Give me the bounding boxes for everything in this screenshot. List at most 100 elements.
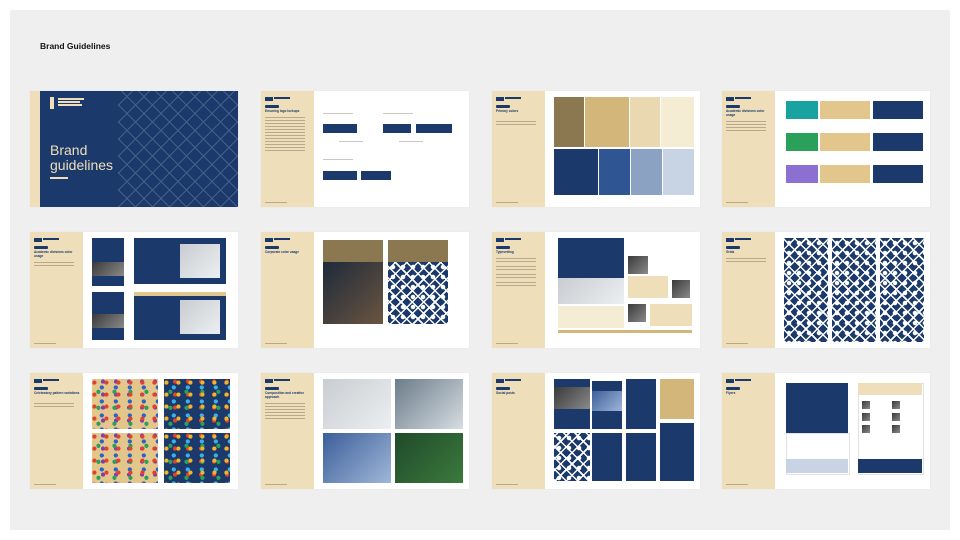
section-tag [34, 387, 48, 390]
section-tag [34, 246, 48, 249]
corporate-pattern [388, 262, 448, 324]
division-green [786, 133, 818, 151]
post-3 [626, 379, 656, 429]
pattern-panel-3 [880, 238, 924, 342]
slide-academic-divisions[interactable]: Academic divisions color usage [722, 91, 930, 207]
slide-heading: Flyers [726, 391, 736, 395]
usage-photo-2 [92, 314, 124, 328]
logo-icon [726, 238, 734, 242]
composition-photo-3 [323, 433, 391, 483]
pattern-panel-2 [832, 238, 876, 342]
portrait-1 [628, 256, 648, 274]
division-purple [786, 165, 818, 183]
slide-flyers[interactable]: Flyers [722, 373, 930, 489]
logo-icon [34, 238, 42, 242]
slide-typesetting[interactable]: Typesetting [492, 232, 700, 348]
section-tag [265, 246, 279, 249]
slide-heading: Celebratory pattern variations [34, 391, 80, 395]
lockup-logo-2 [383, 124, 411, 133]
post-7 [626, 433, 656, 481]
swatch-sand [630, 97, 660, 147]
slide-sidebar: Academic divisions color usage [722, 91, 775, 207]
cover-title-line2: guidelines [50, 157, 114, 173]
logo-icon [265, 97, 273, 101]
swatch-gold [585, 97, 629, 147]
slide-heading: Typesetting [496, 250, 514, 254]
slide-grids[interactable]: Grids [722, 232, 930, 348]
slide-heading: Ensuring logo lockups [265, 109, 300, 113]
slide-composition[interactable]: Composition and creative approach [261, 373, 469, 489]
slide-corporate-color-usage[interactable]: Corporate color usage [261, 232, 469, 348]
slide-sidebar: Ensuring logo lockups [261, 91, 314, 207]
typesetting-hero [558, 238, 624, 278]
section-tag [726, 105, 740, 108]
slide-sidebar: Flyers [722, 373, 775, 489]
logo-icon [265, 238, 273, 242]
usage-photo-1 [92, 262, 124, 276]
slide-sidebar: Academic divisions color usage [30, 232, 83, 348]
slide-heading: Corporate color usage [265, 250, 300, 254]
cover-pattern [118, 91, 238, 207]
flyer-1-header [786, 383, 848, 433]
slide-sidebar: Composition and creative approach [261, 373, 314, 489]
logo-icon [726, 379, 734, 383]
logo-icon [496, 97, 504, 101]
post-8 [660, 423, 694, 481]
usage-banner-photo-1 [180, 244, 220, 278]
slide-heading: Primary colors [496, 109, 519, 113]
lockup-logo-1 [323, 124, 357, 133]
section-tag [496, 387, 510, 390]
corporate-header-2 [388, 240, 448, 262]
division-sand-1 [820, 101, 870, 119]
portrait-2 [672, 280, 690, 298]
slide-celebratory-pattern[interactable]: Celebratory pattern variations [30, 373, 238, 489]
division-navy-1 [873, 101, 923, 119]
corporate-photo [323, 262, 383, 324]
cover-title-line1: Brand [50, 142, 88, 158]
composition-photo-1 [323, 379, 391, 429]
logo-icon [496, 238, 504, 242]
swatch-steel [631, 149, 662, 195]
slide-heading: Grids [726, 250, 735, 254]
confetti-navy-2 [164, 433, 230, 483]
division-teal [786, 101, 818, 119]
confetti-navy-1 [164, 379, 230, 429]
slide-social-posts[interactable]: Social posts [492, 373, 700, 489]
division-navy-2 [873, 133, 923, 151]
section-tag [726, 387, 740, 390]
slide-primary-colors[interactable]: Primary colors [492, 91, 700, 207]
portrait-3 [628, 304, 646, 322]
slide-heading: Composition and creative approach [265, 391, 304, 399]
slide-cover[interactable]: Brand guidelines [30, 91, 238, 207]
university-logo [50, 97, 88, 109]
division-navy-3 [873, 165, 923, 183]
swatch-mist [663, 149, 694, 195]
composition-photo-2 [395, 379, 463, 429]
slide-sidebar: Corporate color usage [261, 232, 314, 348]
lockup-logo-4 [323, 171, 357, 180]
slide-sidebar: Grids [722, 232, 775, 348]
swatch-cream [661, 97, 694, 147]
swatch-navy [554, 149, 598, 195]
slide-academic-divisions-usage[interactable]: Academic divisions color usage [30, 232, 238, 348]
cover-sand-stripe [30, 91, 40, 207]
slide-sidebar: Celebratory pattern variations [30, 373, 83, 489]
pattern-panel-1 [784, 238, 828, 342]
slide-logo-lockups[interactable]: Ensuring logo lockups [261, 91, 469, 207]
section-tag [496, 105, 510, 108]
confetti-sand-1 [92, 379, 158, 429]
logo-icon [496, 379, 504, 383]
slide-heading: Academic divisions color usage [34, 250, 73, 258]
lockup-logo-3 [416, 124, 452, 133]
section-tag [496, 246, 510, 249]
slide-heading: Social posts [496, 391, 515, 395]
confetti-sand-2 [92, 433, 158, 483]
section-tag [265, 387, 279, 390]
typesetting-photo [558, 278, 624, 304]
slide-heading: Academic divisions color usage [726, 109, 765, 117]
post-5 [554, 433, 590, 481]
cover-subline [50, 177, 68, 179]
division-sand-2 [820, 133, 870, 151]
slide-sidebar: Primary colors [492, 91, 545, 207]
slide-sidebar: Social posts [492, 373, 545, 489]
